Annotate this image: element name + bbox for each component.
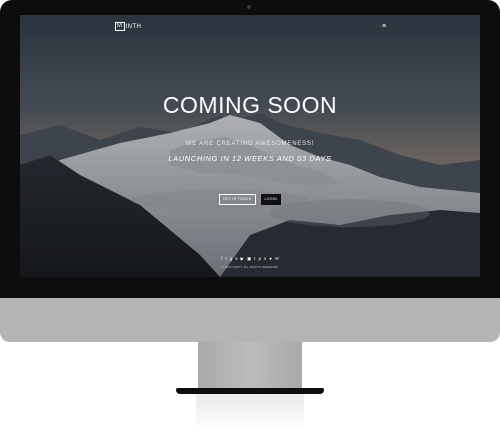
copyright-text: © 2015 NINTH. ALL RIGHTS RESERVED bbox=[221, 266, 279, 269]
google-plus-icon[interactable]: g bbox=[230, 256, 233, 261]
logo-letter-box: M bbox=[115, 22, 125, 31]
monitor-chin bbox=[0, 298, 500, 342]
social-links: f t g s ▶ ▣ t p v ● ✉ bbox=[20, 256, 480, 261]
hero-buttons: GET IN TOUCH LOGIN bbox=[20, 194, 480, 205]
tumblr-icon[interactable]: t bbox=[254, 256, 255, 261]
launch-countdown-text: LAUNCHING IN 12 WEEKS AND 03 DAYS bbox=[168, 154, 332, 163]
twitter-icon[interactable]: t bbox=[225, 256, 226, 261]
pinterest-icon[interactable]: p bbox=[259, 256, 262, 261]
youtube-icon[interactable]: ▶ bbox=[241, 256, 244, 261]
hero-subtitle: WE ARE CREATING AWESOMENESS! bbox=[185, 141, 315, 147]
email-icon[interactable]: ✉ bbox=[275, 256, 279, 261]
get-in-touch-button[interactable]: GET IN TOUCH bbox=[219, 194, 256, 205]
site-logo[interactable]: M INTH bbox=[115, 22, 142, 31]
hamburger-icon[interactable]: ≡ bbox=[382, 23, 386, 30]
flickr-icon[interactable]: ● bbox=[269, 256, 272, 261]
skype-icon[interactable]: s bbox=[235, 256, 237, 261]
logo-text: INTH bbox=[125, 23, 142, 30]
monitor-bezel: M INTH ≡ COMING SOON WE ARE CREATING AWE… bbox=[0, 0, 500, 298]
facebook-icon[interactable]: f bbox=[221, 256, 222, 261]
monitor-stand-neck bbox=[198, 342, 302, 392]
page-title: COMING SOON bbox=[162, 92, 338, 118]
camera-icon bbox=[247, 5, 251, 9]
monitor-screen: M INTH ≡ COMING SOON WE ARE CREATING AWE… bbox=[20, 15, 480, 277]
login-button[interactable]: LOGIN bbox=[260, 194, 281, 205]
instagram-icon[interactable]: ▣ bbox=[247, 256, 251, 261]
vimeo-icon[interactable]: v bbox=[264, 256, 266, 261]
stand-reflection bbox=[196, 394, 304, 430]
